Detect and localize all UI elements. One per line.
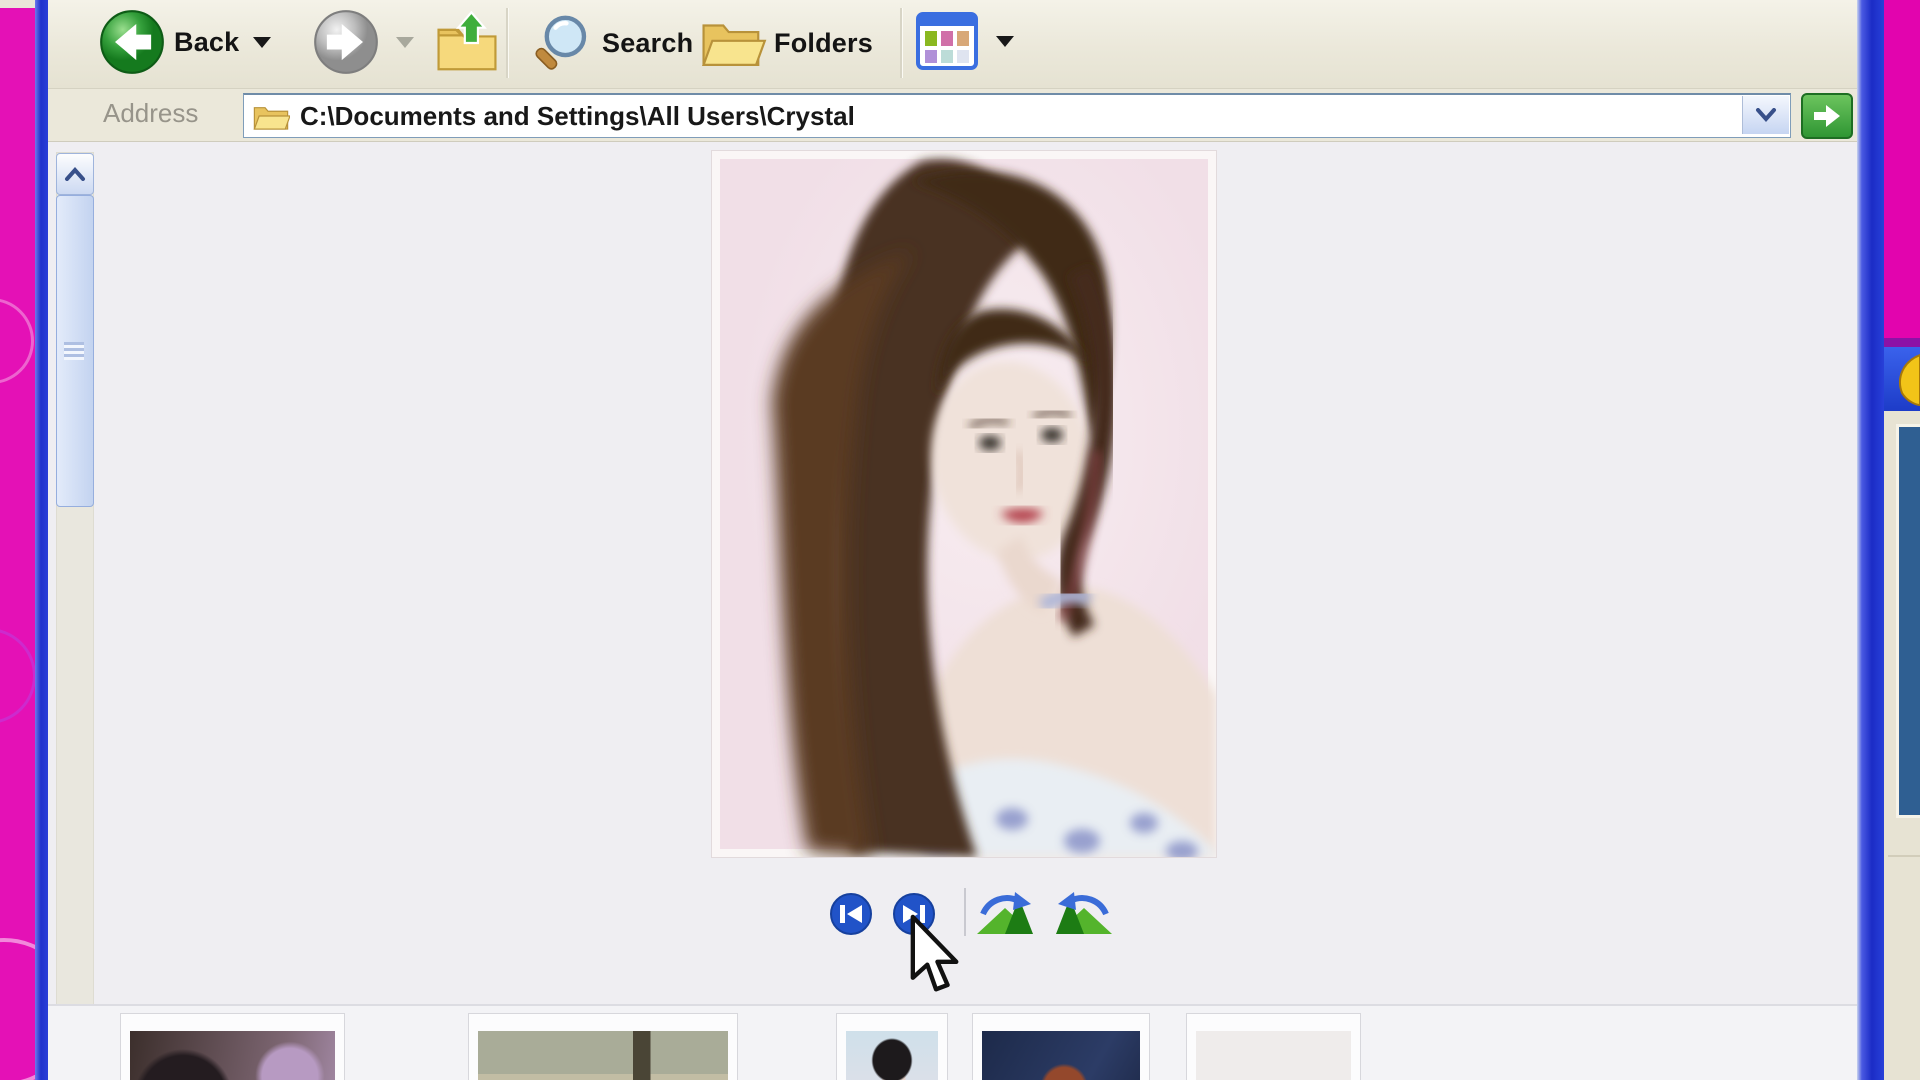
- address-path: C:\Documents and Settings\All Users\Crys…: [300, 101, 855, 132]
- search-button[interactable]: Search: [526, 8, 693, 78]
- folders-button[interactable]: Folders: [696, 8, 873, 78]
- back-arrow-icon: [98, 8, 166, 76]
- forward-button[interactable]: [312, 8, 414, 76]
- address-bar: Address C:\Documents and Settings\All Us…: [48, 89, 1857, 142]
- forward-arrow-icon: [312, 8, 380, 76]
- previous-image-icon: [829, 892, 873, 936]
- thumbnail-photo: [982, 1031, 1140, 1080]
- window-border-right: [1857, 0, 1884, 1080]
- thumbnail-photo: [1196, 1031, 1351, 1080]
- rotate-clockwise-button[interactable]: [1048, 892, 1114, 936]
- views-dropdown-caret[interactable]: [996, 36, 1014, 47]
- rotate-clockwise-icon: [1048, 892, 1114, 936]
- peek-window-body[interactable]: [1884, 411, 1920, 1080]
- back-button[interactable]: Back: [98, 8, 271, 76]
- rotate-counterclockwise-icon: [975, 892, 1041, 936]
- address-label: Address: [103, 98, 198, 129]
- go-arrow-icon: [1812, 103, 1842, 129]
- photo-preview[interactable]: [712, 151, 1216, 857]
- address-input[interactable]: C:\Documents and Settings\All Users\Crys…: [243, 93, 1791, 138]
- peek-window-titlebar[interactable]: [1884, 347, 1920, 411]
- toolbar-separator: [900, 8, 903, 78]
- address-folder-icon: [252, 100, 290, 132]
- thumbnail-photo: [130, 1031, 335, 1080]
- folders-label: Folders: [774, 28, 873, 59]
- mouse-cursor-icon: [906, 914, 966, 998]
- peek-window-divider: [1888, 855, 1920, 857]
- thumbnail-4[interactable]: [972, 1013, 1150, 1080]
- scrollbar-up-button[interactable]: [56, 153, 94, 195]
- back-dropdown-caret[interactable]: [253, 37, 271, 48]
- thumbnail-photo: [846, 1031, 938, 1080]
- thumbnail-3[interactable]: [836, 1013, 948, 1080]
- address-dropdown-button[interactable]: [1742, 96, 1789, 134]
- toolbar-separator: [506, 8, 509, 78]
- peek-window-logo-icon: [1884, 347, 1920, 411]
- screen-top-edge: [0, 0, 35, 8]
- views-button[interactable]: [916, 12, 1014, 70]
- search-label: Search: [602, 28, 693, 59]
- scrollbar-thumb[interactable]: [56, 195, 94, 507]
- thumbnail-strip: [48, 1006, 1857, 1080]
- back-label: Back: [174, 27, 239, 58]
- thumbnail-2[interactable]: [468, 1013, 738, 1080]
- previous-image-button[interactable]: [829, 892, 873, 936]
- thumbnail-photo: [478, 1031, 728, 1080]
- thumbnail-5[interactable]: [1186, 1013, 1361, 1080]
- chevron-up-icon: [64, 167, 86, 181]
- filmstrip-view: [48, 142, 1857, 1080]
- desktop-wallpaper-right: [1884, 0, 1920, 1080]
- up-button[interactable]: [432, 8, 502, 78]
- thumbnail-1[interactable]: [120, 1013, 345, 1080]
- desktop-wallpaper-left: [0, 8, 35, 1080]
- go-button[interactable]: [1801, 93, 1853, 139]
- folders-icon: [696, 8, 768, 78]
- rotate-counterclockwise-button[interactable]: [975, 892, 1041, 936]
- desktop-screen: Back: [0, 0, 1920, 1080]
- window-border-left: [35, 0, 48, 1080]
- folder-up-icon: [432, 8, 502, 78]
- forward-dropdown-caret[interactable]: [396, 37, 414, 48]
- explorer-window: Back: [48, 0, 1857, 1080]
- chevron-down-icon: [1755, 108, 1777, 122]
- search-magnifier-icon: [526, 8, 596, 78]
- peek-window-panel: [1896, 424, 1920, 818]
- standard-buttons-toolbar: Back: [48, 0, 1857, 89]
- peek-window-shadow: [1884, 338, 1920, 347]
- views-icon: [916, 12, 978, 70]
